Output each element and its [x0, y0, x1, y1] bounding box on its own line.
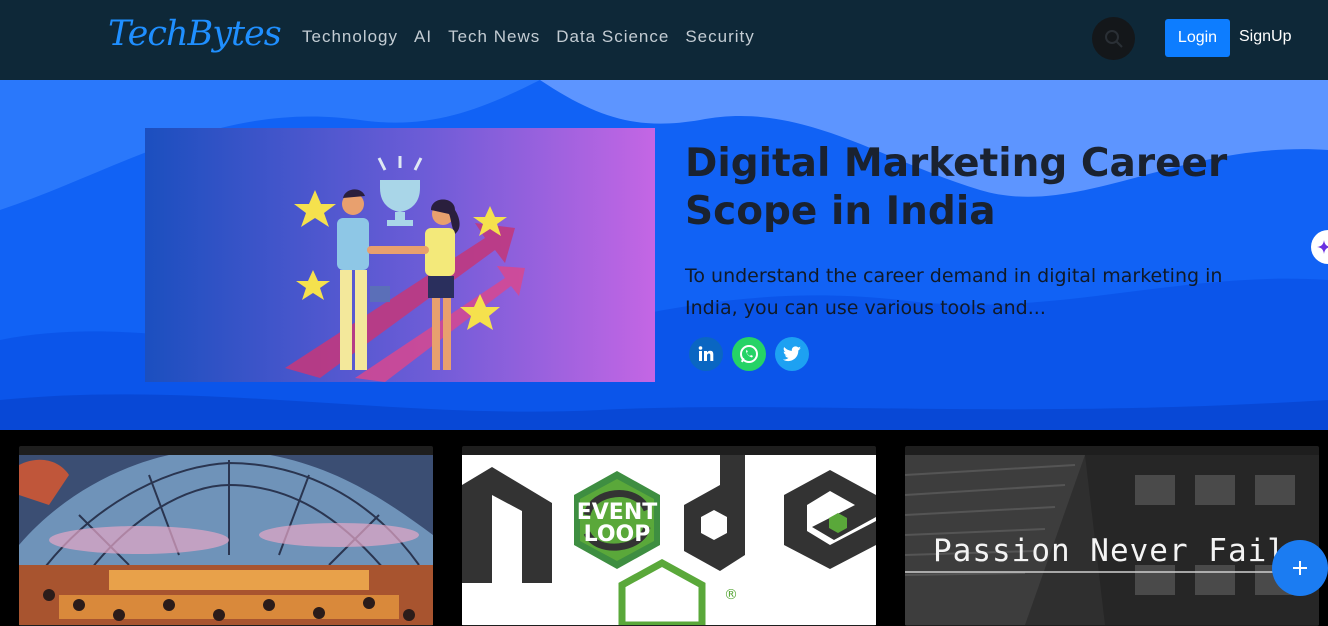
nodejs-event-loop-logo: EVENT LOOP ® — [462, 455, 876, 625]
share-twitter-button[interactable] — [775, 337, 809, 371]
handshake-illustration — [285, 156, 525, 382]
share-whatsapp-button[interactable] — [732, 337, 766, 371]
main-nav: Technology AI Tech News Data Science Sec… — [302, 27, 755, 47]
featured-post-title[interactable]: Digital Marketing Career Scope in India — [685, 140, 1245, 236]
nav-link-security[interactable]: Security — [685, 27, 754, 47]
signup-button[interactable]: SignUp — [1239, 28, 1291, 46]
post-card-image — [19, 455, 433, 625]
svg-text:®: ® — [724, 587, 738, 603]
sparkle-icon — [1317, 240, 1328, 254]
nav-link-tech-news[interactable]: Tech News — [448, 27, 540, 47]
post-card-image: EVENT LOOP ® — [462, 455, 876, 625]
share-linkedin-button[interactable] — [689, 337, 723, 371]
post-card[interactable]: EVENT LOOP ® — [462, 446, 876, 626]
featured-post-image[interactable] — [145, 128, 655, 382]
nav-link-data-science[interactable]: Data Science — [556, 27, 669, 47]
navbar: TechBytes Technology AI Tech News Data S… — [0, 0, 1328, 80]
nav-link-ai[interactable]: AI — [414, 27, 432, 47]
post-grid: EVENT LOOP ® Passion Never Fail — [0, 430, 1328, 626]
add-post-button[interactable] — [1272, 540, 1328, 596]
post-card[interactable] — [19, 446, 433, 626]
plus-icon — [1293, 561, 1307, 575]
featured-post-excerpt: To understand the career demand in digit… — [685, 265, 1223, 319]
post-card-image: Passion Never Fail — [905, 455, 1319, 625]
post-card[interactable]: Passion Never Fail — [905, 446, 1319, 626]
post-card-caption: Passion Never Fail — [933, 533, 1287, 569]
share-buttons — [689, 337, 809, 371]
linkedin-icon — [698, 346, 714, 361]
dome-market-illustration — [19, 455, 433, 625]
twitter-icon — [782, 346, 801, 362]
site-logo[interactable]: TechBytes — [108, 14, 282, 54]
search-button[interactable] — [1092, 17, 1135, 60]
whatsapp-icon — [740, 345, 758, 363]
search-icon — [1104, 29, 1123, 48]
event-badge-line2: LOOP — [584, 522, 651, 547]
nav-link-technology[interactable]: Technology — [302, 27, 398, 47]
login-button[interactable]: Login — [1165, 19, 1230, 57]
featured-post: Digital Marketing Career Scope in India … — [0, 80, 1328, 430]
